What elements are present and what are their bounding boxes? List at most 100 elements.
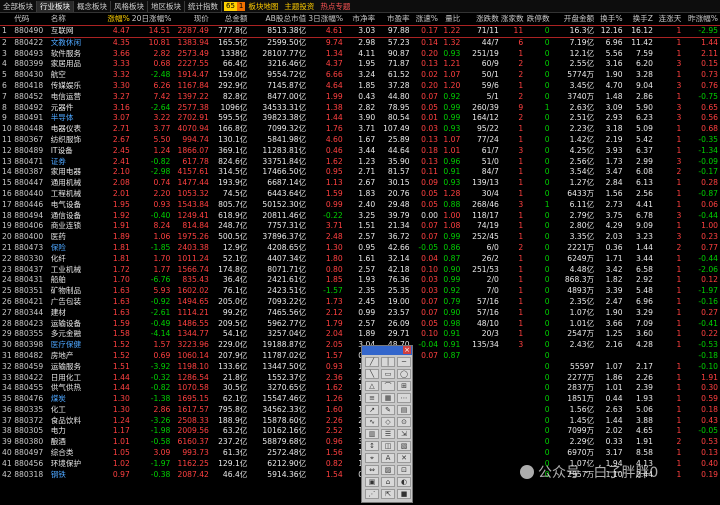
drawing-tool-icon[interactable]: ─ xyxy=(397,357,411,367)
table-row[interactable]: 12 880489 IT设备 2.45 1.24 1866.07 369.1亿 11283.8… xyxy=(0,146,720,157)
table-row[interactable]: 9 880491 半导体 3.07 3.22 2702.91 595.5亿 39823.38亿… xyxy=(0,113,720,124)
table-row[interactable]: 39 880380 酿酒 1.01 -0.58 6160.37 237.2亿 58879.68… xyxy=(0,437,720,448)
close-icon[interactable]: × xyxy=(403,346,411,354)
drawing-tool-icon[interactable]: ▭ xyxy=(381,369,395,379)
table-row[interactable]: 5 880430 航空 3.32 -2.48 1914.47 159.0亿 9554.72亿 6… xyxy=(0,70,720,81)
drawing-tool-icon[interactable]: │ xyxy=(381,357,395,367)
drawing-tool-icon[interactable]: ⋰ xyxy=(365,489,379,499)
drawing-tool-icon[interactable]: ◫ xyxy=(381,441,395,451)
column-header-15[interactable]: 跌停数 xyxy=(525,13,552,26)
table-row[interactable]: 7 880452 电信运营 3.27 7.42 1397.22 82.8亿 8477.00亿 1… xyxy=(0,92,720,103)
drawing-tool-icon[interactable]: ⋯ xyxy=(397,393,411,403)
drawing-tool-icon[interactable]: ▣ xyxy=(365,477,379,487)
drawing-tool-icon[interactable]: ⌂ xyxy=(381,477,395,487)
table-row[interactable]: 18 880494 通信设备 1.92 -0.40 1249.41 618.9亿 20811.… xyxy=(0,211,720,222)
column-header-18[interactable]: 换手Z xyxy=(624,13,655,26)
drawing-tool-icon[interactable]: ▥ xyxy=(365,429,379,439)
column-header-16[interactable]: 开盘金额 xyxy=(551,13,597,26)
table-row[interactable]: 11 880367 纺织服饰 2.67 5.50 994.74 130.1亿 5841.98亿… xyxy=(0,135,720,146)
drawing-tool-icon[interactable]: ⇲ xyxy=(397,429,411,439)
table-row[interactable]: 30 880398 医疗保健 1.52 1.57 3223.96 229.0亿 19188.8… xyxy=(0,340,720,351)
table-row[interactable]: 34 880455 供气供热 1.44 -0.82 1070.58 30.5亿 3270.65… xyxy=(0,383,720,394)
counter-badge[interactable]: 65 xyxy=(224,1,237,11)
drawing-tool-icon[interactable]: ⊞ xyxy=(397,381,411,391)
column-header-10[interactable]: 市盈率 xyxy=(377,13,412,26)
drawing-tool-icon[interactable]: ⌖ xyxy=(365,453,379,463)
column-header-5[interactable]: 现价 xyxy=(172,13,211,26)
table-row[interactable]: 21 880473 保险 1.81 -1.85 2403.38 12.9亿 4208.65亿 1… xyxy=(0,243,720,254)
drawing-tool-icon[interactable]: ▨ xyxy=(381,465,395,475)
counter-badge-2[interactable]: 1 xyxy=(236,1,246,11)
drawing-tool-icon[interactable]: ◐ xyxy=(397,477,411,487)
link-1[interactable]: 主题投资 xyxy=(281,1,317,12)
table-row[interactable]: 29 880355 多元金融 1.58 -4.14 1344.77 54.1亿 3257.04… xyxy=(0,329,720,340)
column-header-19[interactable]: 连涨天 xyxy=(654,13,684,26)
link-0[interactable]: 板块地图 xyxy=(245,1,281,12)
table-row[interactable]: 20 880400 医药 1.89 1.06 1975.26 500.5亿 37896.37亿… xyxy=(0,232,720,243)
column-header-9[interactable]: 市净率 xyxy=(344,13,378,26)
tab-0[interactable]: 全部板块 xyxy=(0,0,37,12)
table-row[interactable]: 4 880399 家居用品 3.33 0.68 2227.55 66.4亿 3216.46亿 4… xyxy=(0,59,720,70)
column-header-12[interactable]: 量比 xyxy=(440,13,463,26)
column-header-13[interactable]: 涨跌数 xyxy=(462,13,501,26)
table-row[interactable]: 16 880440 工程机械 2.01 2.20 1053.32 74.5亿 6443.64亿… xyxy=(0,189,720,200)
table-row[interactable]: 35 880476 煤炭 1.30 -1.38 1695.15 62.1亿 15547.46亿… xyxy=(0,394,720,405)
table-row[interactable]: 22 880330 化纤 1.81 1.70 1011.24 52.1亿 4407.34亿 1.… xyxy=(0,254,720,265)
table-row[interactable]: 8 880492 元器件 3.16 -2.64 2577.38 1096亿 34533.31亿… xyxy=(0,103,720,114)
column-header-4[interactable]: 20日涨幅% xyxy=(131,13,173,26)
table-row[interactable]: 3 880493 软件服务 3.66 2.82 2573.49 1338亿 28107.77亿… xyxy=(0,49,720,60)
table-row[interactable]: 24 880431 船舶 1.70 -6.76 835.43 36.4亿 2421.61亿 1.… xyxy=(0,275,720,286)
table-row[interactable]: 13 880471 证券 2.41 -0.82 617.78 824.6亿 33751.84亿… xyxy=(0,157,720,168)
drawing-tool-icon[interactable]: A xyxy=(381,453,395,463)
table-row[interactable]: 40 880497 综合类 1.05 3.09 993.73 61.3亿 2572.48亿 1.… xyxy=(0,448,720,459)
table-row[interactable]: 33 880422 日用化工 1.44 -0.32 1286.54 21.8亿 1552.37… xyxy=(0,373,720,384)
drawing-tool-icon[interactable]: ▧ xyxy=(397,441,411,451)
table-row[interactable]: 38 880305 电力 1.17 -1.98 2009.56 63.2亿 10162.16亿… xyxy=(0,426,720,437)
column-header-2[interactable]: 名称 xyxy=(50,13,98,26)
drawing-tool-icon[interactable]: ∿ xyxy=(365,417,379,427)
column-header-14[interactable]: 涨家数 xyxy=(500,13,526,26)
drawing-tool-icon[interactable]: ⇔ xyxy=(365,465,379,475)
table-row[interactable]: 37 880372 食品饮料 1.24 -3.26 2508.33 188.9亿 15878.… xyxy=(0,416,720,427)
drawing-tool-icon[interactable]: ▤ xyxy=(397,405,411,415)
drawing-tool-icon[interactable]: ⊙ xyxy=(397,417,411,427)
table-row[interactable]: 23 880437 工业机械 1.72 1.77 1566.74 174.8亿 8071.71… xyxy=(0,265,720,276)
table-row[interactable]: 25 880351 矿物制品 1.63 5.93 1602.02 76.1亿 2423.51亿… xyxy=(0,286,720,297)
column-header-11[interactable]: 涨速% xyxy=(411,13,441,26)
table-row[interactable]: 28 880423 运输设备 1.59 -0.49 1486.55 209.5亿 5962.7… xyxy=(0,319,720,330)
column-header-20[interactable]: 昨涨幅% xyxy=(683,13,720,26)
column-header-1[interactable]: 代码 xyxy=(14,13,51,26)
tab-2[interactable]: 概念板块 xyxy=(74,0,111,12)
drawing-tool-icon[interactable]: ✎ xyxy=(381,405,395,415)
tab-5[interactable]: 统计指数 xyxy=(185,0,222,12)
column-header-17[interactable]: 换手% xyxy=(596,13,625,26)
tab-1[interactable]: 行业板块 xyxy=(37,0,74,12)
table-row[interactable]: 17 880446 电气设备 1.95 0.93 1543.84 805.7亿 50152.3… xyxy=(0,200,720,211)
drawing-tool-icon[interactable]: ✕ xyxy=(397,453,411,463)
drawing-tool-icon[interactable]: ╲ xyxy=(365,369,379,379)
drawing-tool-icon[interactable]: ▦ xyxy=(381,393,395,403)
drawing-tool-icon[interactable]: ⇱ xyxy=(381,489,395,499)
drawing-tool-icon[interactable]: △ xyxy=(365,381,379,391)
column-header-7[interactable]: AB股总市值 xyxy=(249,13,309,26)
palette-title-bar[interactable]: × xyxy=(362,346,412,355)
drawing-tool-icon[interactable]: ⌒ xyxy=(381,381,395,391)
drawing-tool-icon[interactable]: ◯ xyxy=(397,369,411,379)
drawing-tool-icon[interactable]: ↗ xyxy=(365,405,379,415)
link-2[interactable]: 热点专题 xyxy=(317,1,353,12)
drawing-tool-icon[interactable]: ↕ xyxy=(365,441,379,451)
table-row[interactable]: 19 880406 商业连锁 1.91 8.24 814.84 248.7亿 7757.31亿… xyxy=(0,221,720,232)
column-header-0[interactable] xyxy=(0,13,15,26)
column-header-8[interactable]: 3日涨幅% xyxy=(308,13,345,26)
drawing-tools-palette[interactable]: × ╱ │ ─ ╲ ▭ ◯ △ ⌒ ⊞ ≡ ▦ ⋯ ↗ ✎ ▤ ∿ ◇ ⊙ ▥ ☰ ⇲ ↕ ◫ ▧ ⌖ A ✕ ⇔ ▨ ⊡ ▣ ⌂ ◐ ⋰ ⇱ ■ xyxy=(361,345,413,503)
table-row[interactable]: 2 880422 文教休闲 4.35 10.81 1383.94 165.5亿 2599.50… xyxy=(0,37,720,48)
table-row[interactable]: 31 880482 房地产 1.52 0.69 1060.14 207.9亿 11787.02… xyxy=(0,351,720,362)
column-header-6[interactable]: 总金额 xyxy=(210,13,250,26)
table-row[interactable]: 32 880459 运输服务 1.51 -3.92 1198.10 133.6亿 13447.… xyxy=(0,362,720,373)
tab-3[interactable]: 风格板块 xyxy=(111,0,148,12)
table-row[interactable]: 1 880490 互联网 4.47 14.51 2287.49 777.8亿 8513.38亿… xyxy=(0,25,720,38)
table-row[interactable]: 15 880447 通用机械 2.08 0.74 1477.44 193.9亿 6687.14… xyxy=(0,178,720,189)
table-row[interactable]: 14 880387 家用电器 2.10 -2.98 4157.61 314.5亿 17466.… xyxy=(0,167,720,178)
drawing-tool-icon[interactable]: ⊡ xyxy=(397,465,411,475)
table-row[interactable]: 26 880421 广告包装 1.63 -0.92 1494.65 205.0亿 7093.2… xyxy=(0,297,720,308)
